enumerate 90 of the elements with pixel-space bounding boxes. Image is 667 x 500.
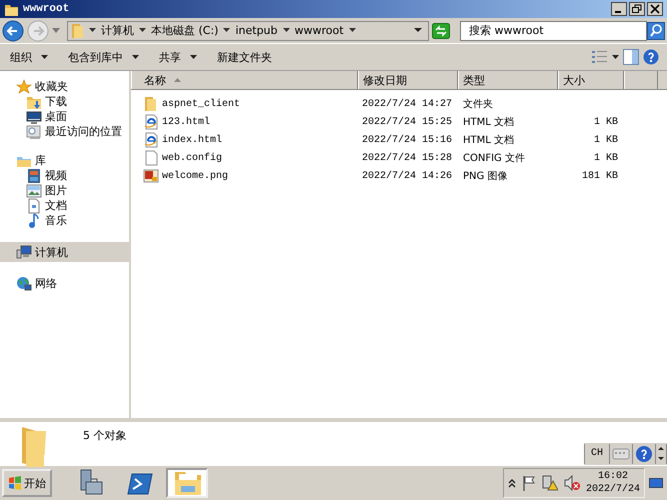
breadcrumb-item[interactable]: 计算机 [101, 23, 134, 38]
network-globe-icon [16, 276, 32, 292]
file-name[interactable]: welcome.png [162, 170, 228, 182]
sidebar-item[interactable]: 视频 [0, 168, 129, 183]
star-icon [16, 78, 32, 94]
caret-icon[interactable] [223, 28, 230, 33]
column-header[interactable]: 类型 [458, 71, 558, 89]
options-icon[interactable] [656, 444, 667, 464]
breadcrumb-item[interactable]: 本地磁盘 (C:) [151, 23, 218, 38]
table-cell-text: 181 KB [580, 170, 619, 182]
chevron-up-icon[interactable] [508, 478, 516, 488]
help-icon[interactable] [633, 444, 656, 464]
table-cell-text: 2022/7/24 15:28 [361, 152, 454, 164]
refresh-button[interactable] [432, 22, 450, 38]
column-header[interactable]: 修改日期 [358, 71, 458, 89]
toolbar-button[interactable]: 包含到库中 [62, 48, 145, 66]
window-title: wwwroot [23, 3, 70, 15]
file-name[interactable]: web.config [162, 152, 222, 164]
recent-places-icon [26, 124, 42, 140]
table-cell-text: 1 KB [592, 152, 619, 164]
table-cell-text: 1 KB [592, 116, 619, 128]
toolbar-button[interactable]: 共享 [153, 48, 203, 66]
film-icon [26, 168, 42, 184]
caret-icon[interactable] [348, 28, 356, 33]
sidebar-item[interactable]: 音乐 [0, 213, 129, 228]
picture-icon [26, 182, 42, 198]
breadcrumb-item[interactable]: inetpub [235, 24, 278, 37]
object-count: 5 个对象 [83, 428, 126, 443]
table-cell-text: 2022/7/24 15:25 [361, 116, 454, 128]
computer-icon [16, 244, 32, 260]
flag-icon[interactable] [522, 475, 536, 491]
table-cell-text: 1 KB [592, 134, 619, 146]
search-icon[interactable] [647, 22, 665, 40]
web-page-icon [143, 114, 159, 130]
web-page-icon [143, 132, 159, 148]
toolbar-button[interactable]: 组织 [4, 48, 54, 66]
folder-icon [143, 96, 159, 112]
column-header[interactable] [624, 71, 658, 89]
windows-logo-icon [8, 476, 22, 490]
folder-icon [4, 2, 18, 16]
address-bar[interactable]: 计算机 本地磁盘 (C:) inetpub wwwroot [67, 20, 429, 40]
sidebar-item[interactable]: 收藏夹 [0, 79, 129, 94]
blank-file-icon [143, 150, 159, 166]
table-cell-text: PNG 图像 [462, 170, 508, 183]
table-cell-text: 2022/7/24 14:26 [361, 170, 454, 182]
caret-icon[interactable] [139, 28, 146, 33]
breadcrumb-item[interactable]: wwwroot [294, 24, 344, 37]
image-file-icon [143, 168, 159, 184]
monitor-icon [26, 108, 42, 124]
dropdown-caret-icon[interactable] [414, 28, 422, 33]
table-cell-text: 文件夹 [462, 98, 494, 111]
column-header[interactable]: 大小 [558, 71, 624, 89]
sidebar-item[interactable]: 网络 [0, 276, 129, 291]
table-cell-text: HTML 文档 [462, 116, 516, 129]
table-cell-text: HTML 文档 [462, 134, 516, 147]
caret-icon[interactable] [89, 28, 96, 33]
clock[interactable]: 16:02 2022/7/24 [586, 470, 640, 496]
sidebar-item[interactable]: 最近访问的位置 [0, 124, 129, 139]
sidebar-item[interactable]: 下载 [0, 94, 129, 109]
file-name[interactable]: aspnet_client [162, 98, 240, 110]
sidebar-item[interactable]: 图片 [0, 183, 129, 198]
close-button[interactable] [647, 2, 663, 16]
toolbar-button[interactable]: 新建文件夹 [211, 48, 278, 66]
table-cell-text: 2022/7/24 15:16 [361, 134, 454, 146]
table-cell-text: CONFIG 文件 [462, 152, 526, 165]
table-cell-text: 2022/7/24 14:27 [361, 98, 454, 110]
network-warning-icon[interactable] [542, 475, 558, 491]
keyboard-icon[interactable] [610, 444, 633, 464]
sidebar-item[interactable]: 文档 [0, 198, 129, 213]
preview-pane-icon[interactable] [623, 49, 639, 65]
column-header[interactable]: 名称 [131, 71, 358, 89]
file-name[interactable]: index.html [162, 134, 222, 146]
speaker-muted-icon[interactable] [564, 475, 580, 491]
sidebar-item[interactable]: 库 [0, 153, 129, 168]
show-desktop-icon[interactable] [649, 476, 663, 490]
folder-icon [70, 22, 84, 38]
sort-arrow-icon [174, 78, 181, 82]
history-caret-icon[interactable] [52, 28, 60, 34]
file-name[interactable]: 123.html [162, 116, 210, 128]
sidebar-item[interactable]: 桌面 [0, 109, 129, 124]
sidebar-item[interactable]: 计算机 [0, 242, 129, 262]
caret-icon[interactable] [282, 28, 290, 33]
back-button[interactable] [2, 20, 24, 42]
restore-button[interactable] [629, 2, 645, 16]
start-button[interactable]: 开始 [2, 469, 52, 497]
help-icon[interactable] [643, 49, 659, 65]
document-icon [26, 198, 42, 214]
caret-icon[interactable] [612, 55, 619, 59]
minimize-button[interactable] [611, 2, 627, 16]
search-field[interactable]: 搜索 wwwroot [460, 20, 647, 40]
